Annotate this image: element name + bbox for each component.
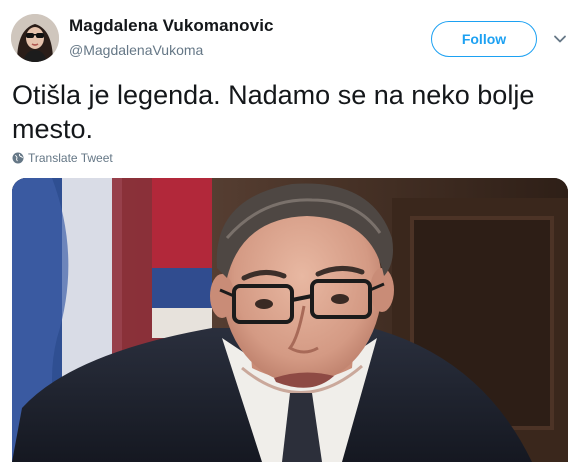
tweet-text: Otišla je legenda. Nadamo se na neko bol… <box>12 80 535 144</box>
translate-label: Translate Tweet <box>28 151 113 165</box>
display-name[interactable]: Magdalena Vukomanovic <box>69 16 274 36</box>
photo-image <box>12 178 568 462</box>
chevron-down-icon[interactable] <box>552 31 568 47</box>
globe-icon <box>12 152 24 164</box>
avatar-image <box>11 14 59 62</box>
translate-tweet-link[interactable]: Translate Tweet <box>12 151 113 165</box>
user-handle[interactable]: @MagdalenaVukoma <box>69 42 203 58</box>
tweet-card: Magdalena Vukomanovic @MagdalenaVukoma F… <box>0 0 578 462</box>
avatar[interactable] <box>11 14 59 62</box>
tweet-photo[interactable] <box>12 178 568 462</box>
follow-button[interactable]: Follow <box>431 21 537 57</box>
